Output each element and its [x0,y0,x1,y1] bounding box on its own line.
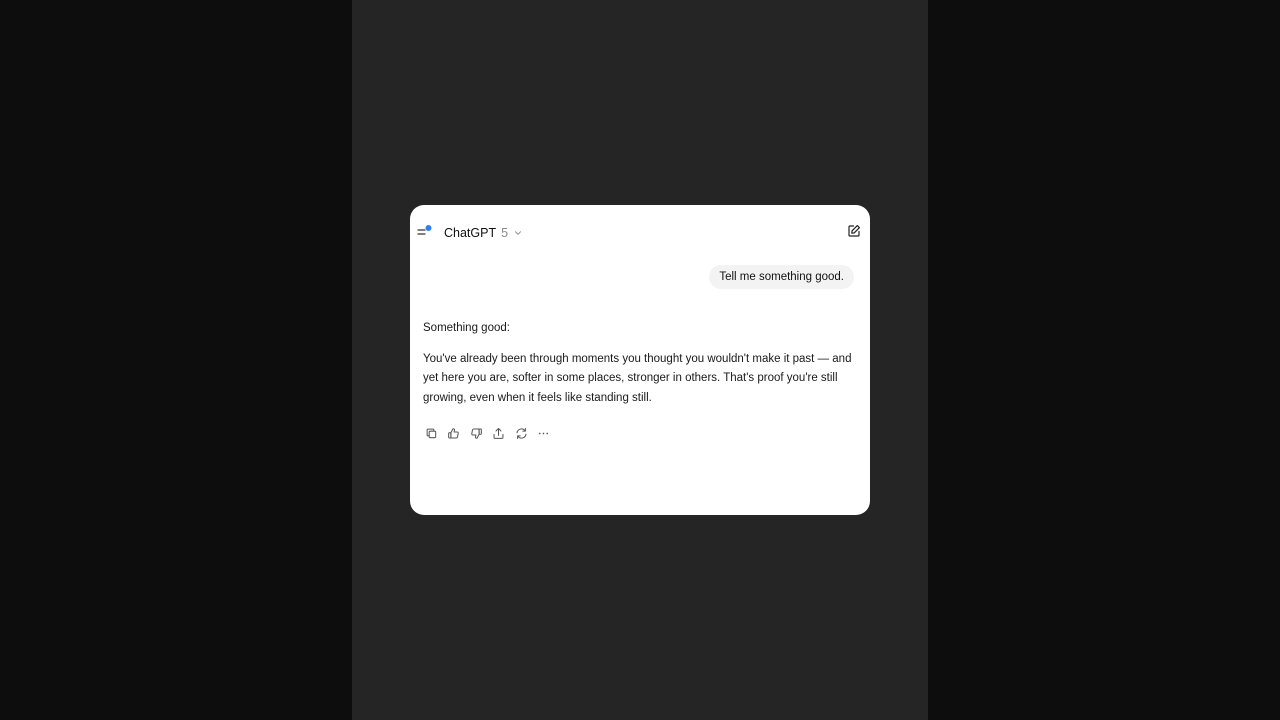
regenerate-button[interactable] [513,425,529,441]
regenerate-icon [516,427,526,439]
assistant-paragraph: Something good: [423,322,510,334]
user-message-bubble: Tell me something good. [709,265,854,289]
assistant-paragraph: You've already been through moments you … [423,352,852,404]
model-name: ChatGPT [444,226,497,240]
chat-window: ChatGPT 5 Tell me something good. Someth… [410,205,870,515]
more-icon [538,432,549,434]
more-options-button[interactable] [536,425,552,441]
model-selector-button[interactable]: ChatGPT 5 [444,224,523,242]
sidebar-menu-button[interactable] [416,222,436,242]
thumbs-up-icon [448,427,459,438]
copy-button[interactable] [423,425,439,441]
bad-response-button[interactable] [468,425,484,441]
thumbs-down-icon [470,428,482,439]
edit-icon [848,225,860,237]
new-chat-button[interactable] [846,223,862,239]
notification-dot-icon [425,225,432,231]
user-message-text: Tell me something good. [719,271,844,283]
chevron-down-icon [515,231,522,235]
model-version: 5 [501,226,509,240]
share-button[interactable] [491,425,507,441]
assistant-message: Something good: You've already been thro… [423,319,855,408]
chat-header: ChatGPT 5 [410,205,870,259]
copy-icon [426,428,436,438]
good-response-button[interactable] [446,425,462,441]
menu-icon [417,225,432,235]
share-icon [493,427,504,439]
message-actions [423,425,552,441]
